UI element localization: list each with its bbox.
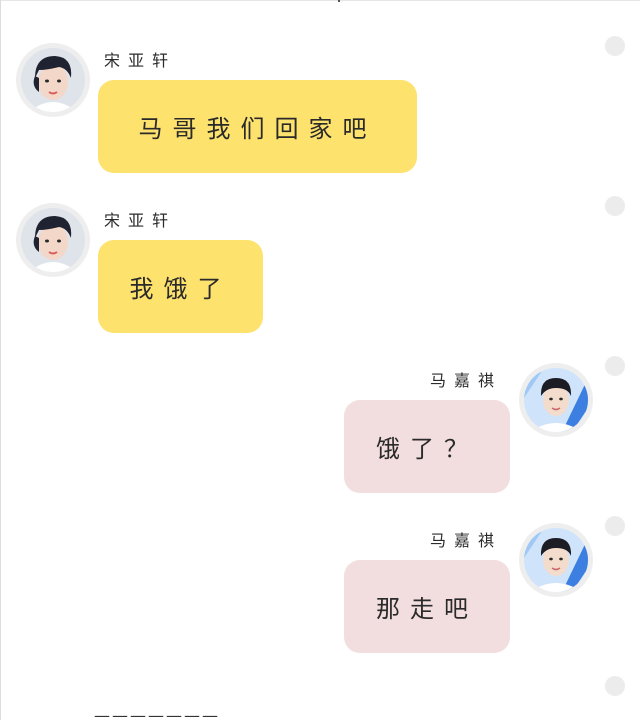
message-bubble[interactable]: 我饿了: [98, 240, 263, 333]
message-bubble[interactable]: 那走吧: [344, 560, 510, 653]
avatar-ma-jiaqi[interactable]: [519, 363, 593, 437]
select-circle-icon[interactable]: [605, 196, 625, 216]
avatar-boy-blue-background-icon: [524, 528, 588, 592]
separator-line: ———————: [94, 706, 220, 725]
top-mark: [338, 0, 340, 2]
avatar-ma-jiaqi[interactable]: [519, 523, 593, 597]
sender-name: 宋亚轩: [104, 51, 177, 70]
select-circle-icon[interactable]: [605, 356, 625, 376]
message-bubble[interactable]: 饿了？: [344, 400, 510, 493]
top-border: [0, 0, 640, 1]
sender-name: 马嘉祺: [430, 371, 503, 390]
avatar-song-yaxuan[interactable]: [16, 43, 90, 117]
select-circle-icon[interactable]: [605, 516, 625, 536]
select-circle-icon[interactable]: [605, 36, 625, 56]
select-circle-icon[interactable]: [605, 676, 625, 696]
sender-name: 宋亚轩: [104, 211, 177, 230]
avatar-song-yaxuan[interactable]: [16, 203, 90, 277]
left-border: [0, 0, 1, 720]
message-bubble[interactable]: 马哥我们回家吧: [98, 80, 417, 173]
avatar-boy-dark-hair-icon: [21, 48, 85, 112]
avatar-boy-blue-background-icon: [524, 368, 588, 432]
sender-name: 马嘉祺: [430, 531, 503, 550]
avatar-boy-dark-hair-icon: [21, 208, 85, 272]
